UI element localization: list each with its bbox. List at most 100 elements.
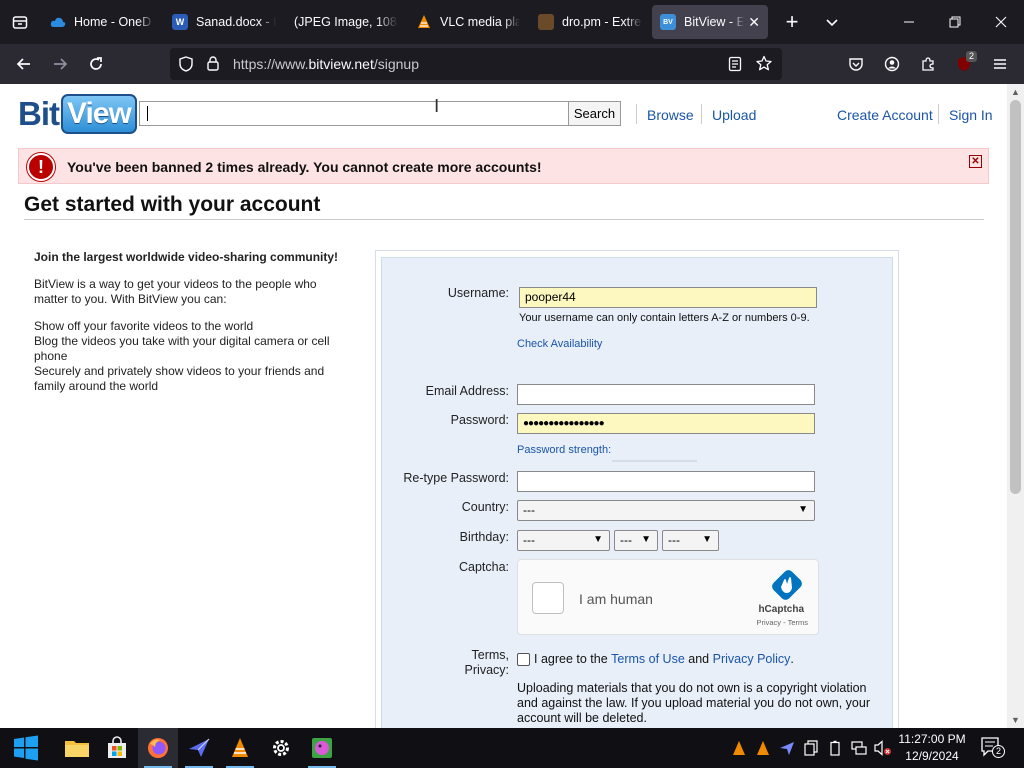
scroll-down-arrow-icon[interactable]: ▼ [1007,713,1024,727]
privacy-policy-link[interactable]: Privacy Policy [713,652,791,666]
word-icon: W [172,14,188,30]
battery-tray-icon[interactable] [826,739,844,757]
reload-icon[interactable] [78,48,114,80]
browser-navigation-bar: https://www.bitview.net/signup 2 [0,44,1024,84]
reader-view-icon[interactable] [728,56,742,77]
username-field[interactable]: pooper44 [519,287,817,308]
ban-error-banner: ! You've been banned 2 times already. Yo… [18,148,989,184]
minimize-window-button[interactable] [886,0,932,44]
birthday-day-select[interactable]: --- ▼ [614,530,658,551]
scrollbar-thumb[interactable] [1010,100,1021,494]
nav-divider [938,104,939,124]
forward-arrow-icon[interactable] [42,48,78,80]
notification-center-icon[interactable]: 2 [980,736,1006,760]
plane-app-icon[interactable] [179,728,219,768]
bookmark-star-icon[interactable] [756,55,772,76]
tab-jpeg-image[interactable]: (JPEG Image, 1080 [286,5,406,39]
close-tab-icon[interactable]: ✕ [748,14,760,31]
password-field[interactable]: ●●●●●●●●●●●●●●●● [517,413,815,434]
url-path: /signup [373,56,419,72]
vlc-tray-icon[interactable] [730,739,748,757]
upload-link[interactable]: Upload [712,107,756,123]
scroll-up-arrow-icon[interactable]: ▲ [1007,85,1024,99]
clock-date: 12/9/2024 [905,749,959,763]
error-exclamation-icon: ! [27,153,55,181]
terms-of-use-link[interactable]: Terms of Use [611,652,685,666]
extensions-puzzle-icon[interactable] [912,48,944,80]
email-field[interactable] [517,384,815,405]
address-bar[interactable]: https://www.bitview.net/signup [170,48,782,80]
volume-muted-icon[interactable] [874,739,892,757]
browse-link[interactable]: Browse [647,107,694,123]
page-scrollbar[interactable]: ▲ ▼ [1007,84,1024,728]
hamburger-menu-icon[interactable] [984,48,1016,80]
file-explorer-icon[interactable] [57,728,97,768]
agree-terms-checkbox[interactable] [517,652,530,666]
search-input[interactable] [139,101,569,126]
bitview-logo[interactable]: Bit View [18,94,137,134]
network-tray-icon[interactable] [850,739,868,757]
country-select[interactable]: --- ▼ [517,500,815,521]
tracking-protection-shield-icon[interactable] [178,56,194,77]
password-strength-meter [612,460,697,462]
vlc-tray-icon-2[interactable] [754,739,772,757]
close-window-button[interactable] [978,0,1024,44]
plane-tray-icon[interactable] [778,739,796,757]
back-arrow-icon[interactable] [6,48,42,80]
pocket-icon[interactable] [840,48,872,80]
tab-onedrive[interactable]: Home - OneD [42,5,162,39]
vlc-taskbar-icon[interactable] [220,728,260,768]
intro-column: Join the largest worldwide video-sharing… [34,250,344,406]
captcha-privacy-terms-link[interactable]: Privacy - Terms [756,618,808,627]
check-availability-link[interactable]: Check Availability [517,338,602,350]
settings-gear-icon[interactable] [261,728,301,768]
url-text[interactable]: https://www.bitview.net/signup [233,56,419,72]
tab-word-document[interactable]: W Sanad.docx - I [164,5,284,39]
restore-window-button[interactable] [932,0,978,44]
captcha-checkbox[interactable] [532,582,564,614]
account-icon[interactable] [876,48,908,80]
notification-count-badge: 2 [992,745,1005,758]
tab-title: VLC media pla [440,15,520,29]
signup-form-frame: Username: pooper44 Your username can onl… [375,250,899,728]
create-account-link[interactable]: Create Account [837,107,933,123]
intro-paragraph: BitView is a way to get your videos to t… [34,277,317,306]
firefox-taskbar-icon[interactable] [138,728,178,768]
tab-title: Home - OneD [74,15,152,29]
tab-dro-pm[interactable]: dro.pm - Extre [530,5,650,39]
birthday-year-value: --- [668,533,680,547]
url-prefix: https://www. [233,56,309,72]
agree-row: I agree to the Terms of Use and Privacy … [517,652,794,666]
chevron-down-icon: ▼ [593,534,603,545]
windows-taskbar: 11:27:00 PM 12/9/2024 2 [0,728,1024,768]
url-host: bitview.net [308,56,374,72]
windows-start-icon[interactable] [6,728,46,768]
copy-tray-icon[interactable] [802,739,820,757]
ublock-extension-icon[interactable]: 2 [948,48,980,80]
new-tab-button[interactable]: + [772,5,812,39]
birthday-year-select[interactable]: --- ▼ [662,530,719,551]
birthday-month-select[interactable]: --- ▼ [517,530,610,551]
tab-bitview[interactable]: BV BitView - Ex ✕ [652,5,768,39]
tab-title: (JPEG Image, 1080 [294,15,398,29]
padlock-icon[interactable] [206,55,220,76]
retype-password-field[interactable] [517,471,815,492]
chevron-down-icon[interactable] [812,5,852,39]
onedrive-icon [50,14,66,30]
terms-label-line-1: Terms, [471,648,510,662]
password-label: Password: [450,413,509,427]
sign-in-link[interactable]: Sign In [949,107,993,123]
agree-and: and [688,652,710,666]
search-button[interactable]: Search [568,101,621,126]
list-all-tabs-icon[interactable] [0,0,40,44]
game-app-icon[interactable] [302,728,342,768]
microsoft-store-icon[interactable] [97,728,137,768]
close-banner-icon[interactable]: ✕ [969,155,982,168]
captcha-text: I am human [579,591,653,607]
username-hint: Your username can only contain letters A… [519,312,810,324]
signup-form: Username: pooper44 Your username can onl… [381,257,893,728]
tab-vlc[interactable]: VLC media pla [408,5,528,39]
system-clock[interactable]: 11:27:00 PM 12/9/2024 [896,731,968,765]
birthday-day-value: --- [620,533,632,547]
country-value: --- [523,503,535,517]
